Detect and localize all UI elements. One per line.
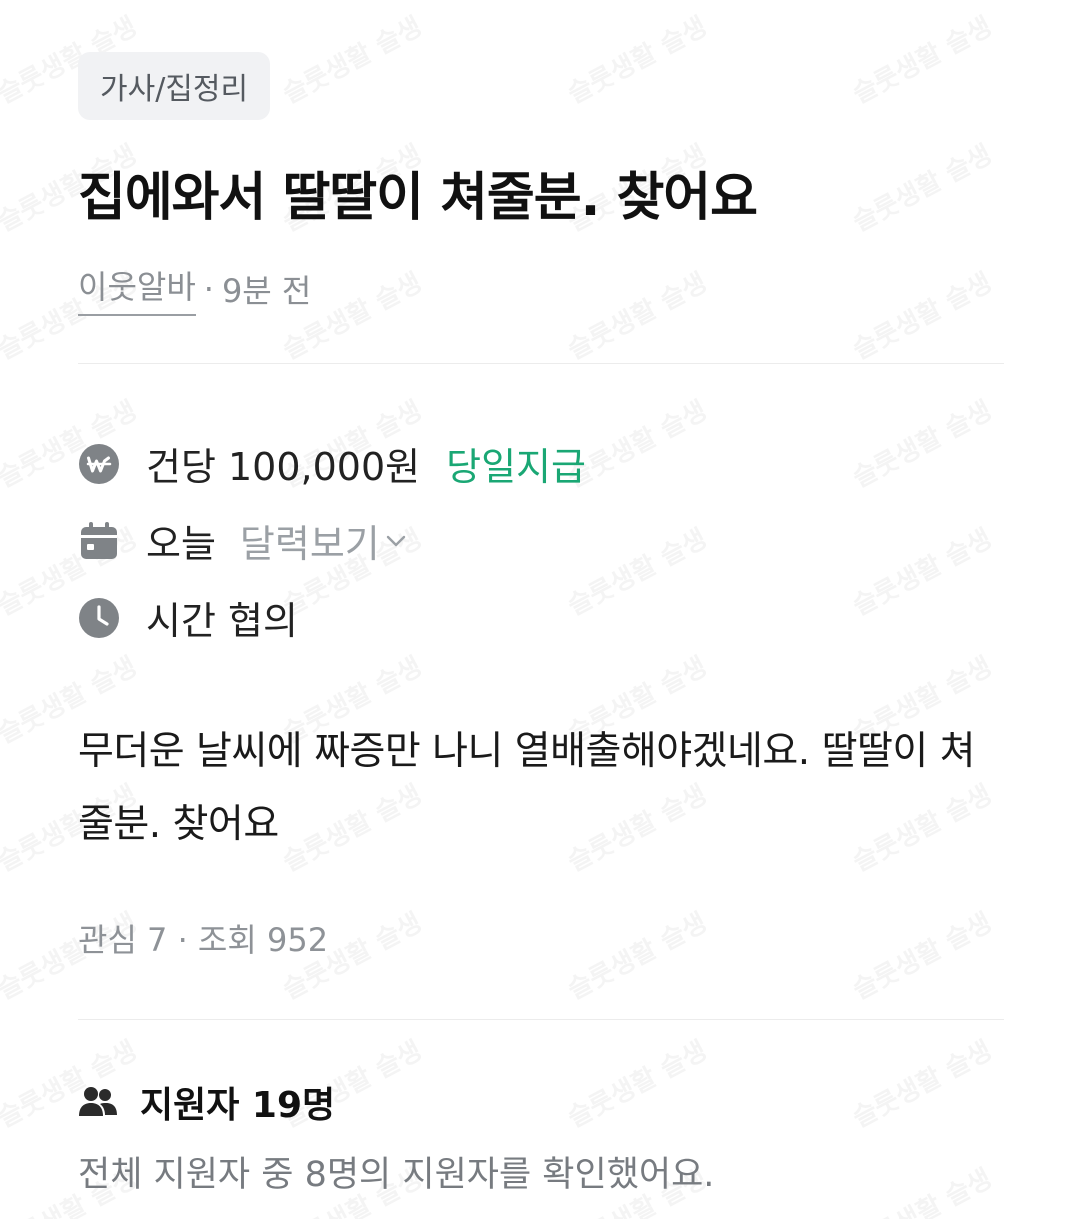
- calendar-icon: [78, 520, 120, 562]
- post-meta: 이웃알바 · 9분 전: [78, 262, 311, 316]
- divider: [78, 363, 1004, 364]
- watermark-text: 슬룻생활 슬생: [845, 1030, 997, 1134]
- pay-tag: 당일지급: [446, 445, 586, 489]
- watermark-text: 슬룻생활 슬생: [845, 1158, 997, 1219]
- post-title: 집에와서 딸딸이 쳐줄분. 찾어요: [78, 168, 758, 228]
- post-body: 무더운 날씨에 짜증만 나니 열배출해야겠네요. 딸딸이 쳐줄분. 찾어요: [78, 729, 976, 847]
- people-icon: [78, 1084, 118, 1120]
- date-row: 오늘 달력보기: [78, 513, 408, 568]
- calendar-link-label: 달력보기: [239, 522, 380, 566]
- post-time: 9분 전: [221, 272, 312, 310]
- time-row: 시간 협의: [78, 590, 298, 645]
- category-label: 가사/집정리: [100, 72, 249, 107]
- pay-row: 건당 100,000원 당일지급: [78, 436, 586, 491]
- won-icon: [78, 443, 120, 485]
- pay-amount: 건당 100,000원: [146, 445, 421, 489]
- watermark-text: 슬룻생활 슬생: [275, 6, 427, 110]
- watermark-text: 슬룻생활 슬생: [845, 390, 997, 494]
- post-stats: 관심 7 · 조회 952: [78, 921, 329, 959]
- watermark-text: 슬룻생활 슬생: [560, 6, 712, 110]
- author-link[interactable]: 이웃알바: [78, 262, 196, 316]
- watermark-text: 슬룻생활 슬생: [845, 6, 997, 110]
- watermark-text: 슬룻생활 슬생: [845, 262, 997, 366]
- category-chip[interactable]: 가사/집정리: [78, 52, 271, 120]
- applicants-note: 전체 지원자 중 8명의 지원자를 확인했어요.: [78, 1155, 715, 1195]
- time-label: 시간 협의: [146, 599, 298, 643]
- watermark-text: 슬룻생활 슬생: [560, 1030, 712, 1134]
- applicants-count: 지원자 19명: [140, 1085, 336, 1126]
- calendar-link[interactable]: 달력보기: [240, 513, 408, 568]
- watermark-text: 슬룻생활 슬생: [845, 134, 997, 238]
- meta-separator: ·: [203, 270, 214, 308]
- watermark-text: 슬룻생활 슬생: [845, 902, 997, 1006]
- watermark-text: 슬룻생활 슬생: [560, 902, 712, 1006]
- watermark-text: 슬룻생활 슬생: [845, 518, 997, 622]
- date-label: 오늘: [146, 522, 216, 566]
- clock-icon: [78, 597, 120, 639]
- divider: [78, 1019, 1004, 1020]
- applicants-heading: 지원자 19명: [78, 1076, 335, 1128]
- watermark-text: 슬룻생활 슬생: [560, 262, 712, 366]
- chevron-down-icon: [384, 529, 408, 553]
- watermark-text: 슬룻생활 슬생: [560, 518, 712, 622]
